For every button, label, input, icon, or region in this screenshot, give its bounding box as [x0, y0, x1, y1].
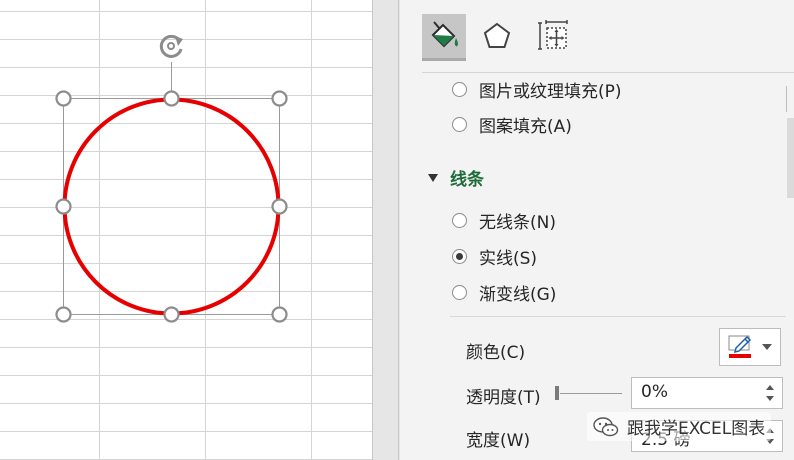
shape-layer — [55, 34, 288, 323]
option-no-line[interactable]: 无线条(N) — [452, 207, 556, 233]
wechat-icon — [593, 416, 619, 436]
resize-handle-se[interactable] — [271, 306, 288, 323]
transparency-input[interactable]: 0% — [631, 377, 783, 409]
option-pattern-fill[interactable]: 图案填充(A) — [452, 111, 572, 137]
pen-icon — [728, 335, 752, 358]
option-solid-line[interactable]: 实线(S) — [452, 243, 537, 269]
red-circle-shape[interactable] — [62, 97, 281, 316]
radio-solid-line[interactable] — [452, 248, 467, 264]
size-properties-icon — [538, 20, 568, 50]
option-label: 图片或纹理填充(P) — [479, 81, 622, 102]
option-label: 渐变线(G) — [479, 284, 557, 305]
line-section-header[interactable]: 线条 — [428, 164, 484, 190]
panel-tab-bar — [400, 0, 794, 76]
transparency-slider-thumb[interactable] — [555, 386, 559, 400]
option-label: 图案填充(A) — [479, 116, 572, 137]
width-label: 宽度(W) — [466, 431, 531, 451]
transparency-slider[interactable] — [560, 393, 622, 394]
option-label: 实线(S) — [479, 248, 538, 269]
option-picture-fill[interactable]: 图片或纹理填充(P) — [452, 76, 622, 102]
resize-handle-ne[interactable] — [271, 90, 288, 107]
tab-effects[interactable] — [475, 14, 519, 58]
format-shape-panel: 图片或纹理填充(P) 图案填充(A) 线条 无线条(N) 实线(S) 渐变线(G… — [400, 0, 794, 460]
resize-handle-w[interactable] — [55, 198, 72, 215]
radio-picture-fill[interactable] — [452, 81, 467, 97]
section-divider — [450, 316, 786, 317]
rotate-handle-icon[interactable] — [159, 34, 183, 58]
collapse-triangle-icon[interactable] — [428, 174, 438, 182]
transparency-label: 透明度(T) — [466, 388, 541, 408]
resize-handle-n[interactable] — [163, 90, 180, 107]
outline-color-button[interactable] — [719, 328, 781, 366]
option-gradient-line[interactable]: 渐变线(G) — [452, 279, 556, 305]
spin-up-icon[interactable] — [766, 385, 774, 390]
splitter-edge — [398, 0, 399, 460]
radio-selected-dot — [456, 252, 463, 260]
radio-pattern-fill[interactable] — [452, 116, 467, 132]
watermark-text: 跟我学EXCEL图表 — [627, 419, 766, 439]
resize-handle-sw[interactable] — [55, 306, 72, 323]
spreadsheet-grid[interactable] — [0, 0, 372, 460]
resize-handle-nw[interactable] — [55, 90, 72, 107]
resize-handle-e[interactable] — [271, 198, 288, 215]
active-tab-indicator — [422, 58, 466, 61]
pentagon-icon — [483, 22, 511, 48]
watermark: 跟我学EXCEL图表 — [587, 412, 772, 441]
line-section-title: 线条 — [450, 169, 484, 190]
tab-fill-line[interactable] — [422, 14, 466, 58]
transparency-value: 0% — [641, 382, 668, 402]
pane-splitter[interactable] — [372, 0, 400, 460]
radio-no-line[interactable] — [452, 212, 467, 228]
spin-down-icon[interactable] — [766, 396, 774, 401]
radio-gradient-line[interactable] — [452, 284, 467, 300]
panel-scroll-thumb[interactable] — [787, 118, 794, 198]
resize-handle-s[interactable] — [163, 306, 180, 323]
tab-separator — [422, 72, 794, 73]
paint-bucket-icon — [431, 21, 458, 48]
tab-size-properties[interactable] — [531, 14, 575, 58]
color-label: 颜色(C) — [466, 343, 526, 363]
chevron-down-icon — [762, 344, 772, 350]
option-label: 无线条(N) — [479, 212, 556, 233]
